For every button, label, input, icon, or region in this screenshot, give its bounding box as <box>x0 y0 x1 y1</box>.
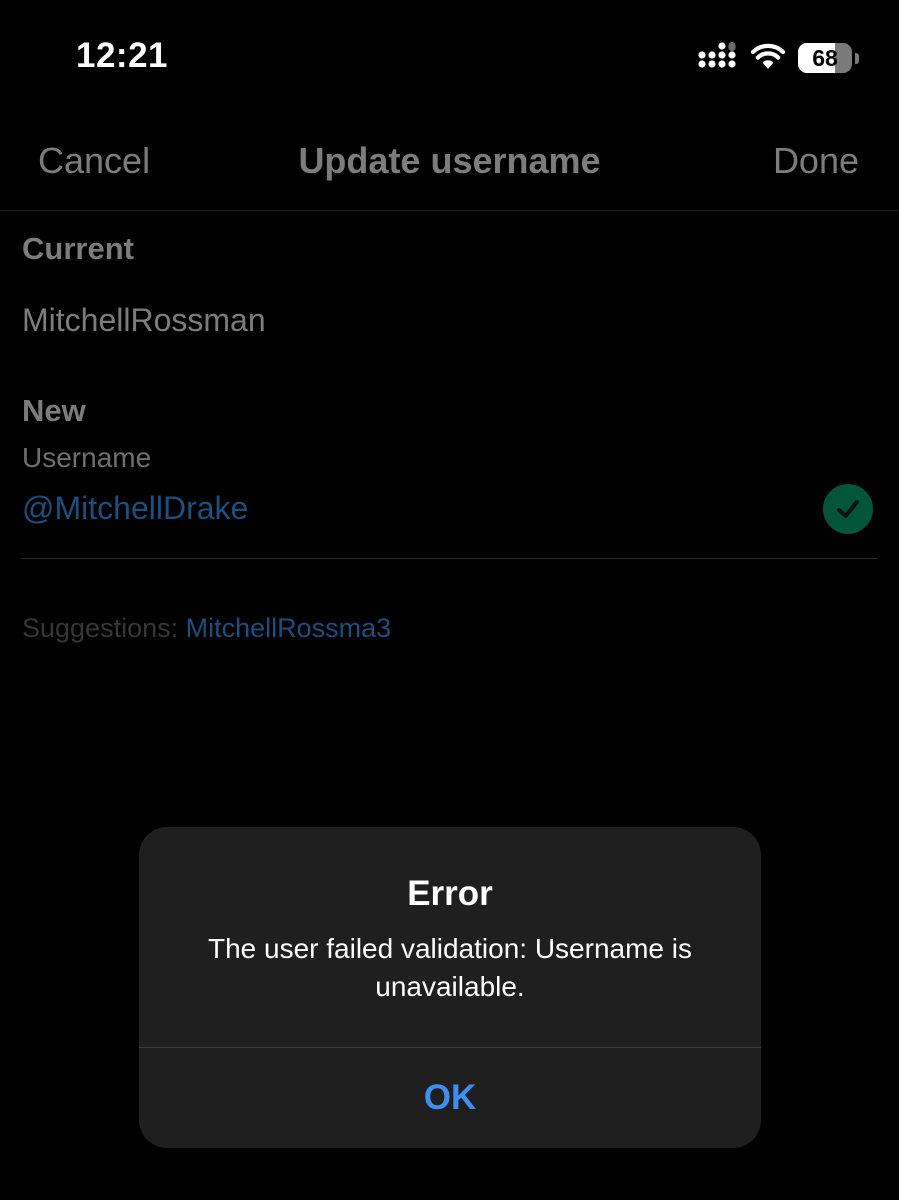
suggestions-row: Suggestions: MitchellRossma3 <box>22 613 391 644</box>
navigation-bar: Cancel Update username Done <box>0 110 899 211</box>
done-button[interactable]: Done <box>773 140 859 182</box>
username-input[interactable]: @MitchellDrake <box>22 490 248 527</box>
suggestions-label: Suggestions: <box>22 613 186 643</box>
current-username: MitchellRossman <box>22 302 266 338</box>
current-heading: Current <box>22 231 134 266</box>
ok-button[interactable]: OK <box>139 1048 761 1148</box>
alert-title: Error <box>407 874 493 913</box>
page-title: Update username <box>298 140 601 181</box>
field-divider <box>22 558 878 559</box>
checkmark-circle-icon <box>823 484 873 534</box>
error-alert-dialog: Error The user failed validation: Userna… <box>139 827 761 1148</box>
username-field-label: Username <box>22 442 152 473</box>
alert-message: The user failed validation: Username is … <box>207 933 692 1002</box>
new-heading: New <box>22 393 86 428</box>
suggestion-link[interactable]: MitchellRossma3 <box>186 613 392 643</box>
